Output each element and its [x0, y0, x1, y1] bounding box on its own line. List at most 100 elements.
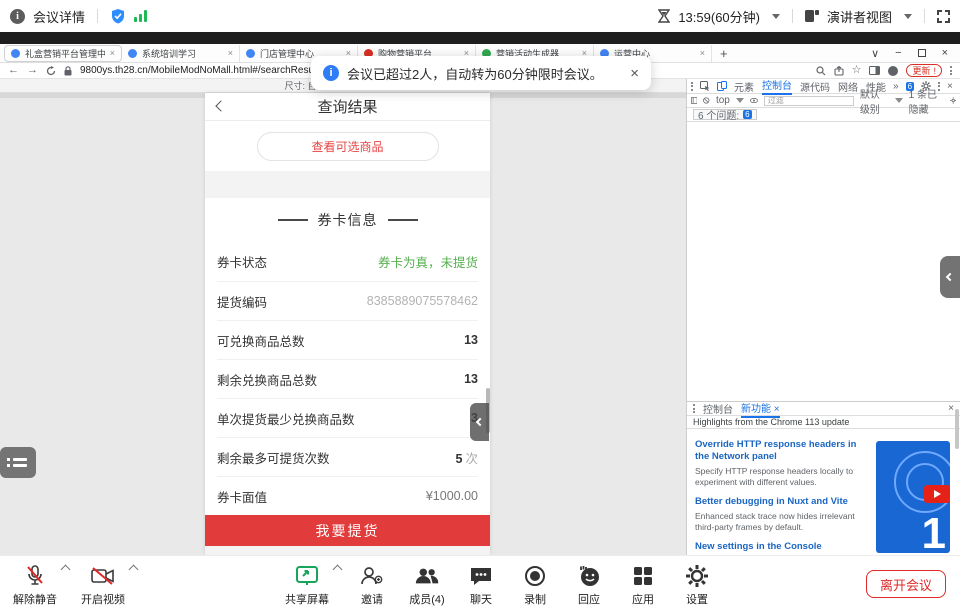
clear-console-icon[interactable]: [703, 96, 709, 105]
table-row: 提货编码8385889075578462: [217, 281, 478, 320]
toolbar-participants[interactable]: 成员(4): [399, 564, 455, 607]
profile-avatar[interactable]: [888, 66, 898, 76]
collapse-panel-handle[interactable]: [470, 403, 489, 441]
inspect-element-icon[interactable]: [700, 81, 710, 91]
toolbar-label: 成员(4): [409, 591, 444, 607]
window-controls: ∨ − ×: [871, 47, 960, 60]
issues-chip[interactable]: 6 个问题: 6: [693, 109, 757, 120]
view-caret-icon[interactable]: [904, 14, 912, 19]
toolbar-mic-muted[interactable]: 解除静音: [7, 564, 63, 607]
toolbar-label: 录制: [524, 591, 546, 607]
table-row: 券卡面值¥1000.00: [217, 476, 478, 515]
drawer-tab-控制台[interactable]: 控制台: [703, 401, 733, 416]
toolbar-label: 解除静音: [13, 591, 57, 607]
fullscreen-icon[interactable]: [937, 10, 950, 23]
devtools-more-tabs-icon[interactable]: »: [893, 81, 899, 92]
whats-new-item-title[interactable]: New settings in the Console: [695, 541, 863, 553]
toolbar-chat[interactable]: 聊天: [453, 564, 509, 607]
window-minimize-icon[interactable]: −: [895, 47, 901, 59]
leave-meeting-button[interactable]: 离开会议: [866, 570, 946, 598]
chrome-update-button[interactable]: 更新!: [906, 64, 942, 77]
meeting-list-handle[interactable]: [0, 447, 36, 478]
youtube-play-icon[interactable]: [924, 485, 950, 503]
console-sidebar-icon[interactable]: [691, 96, 697, 105]
devtools-tab-元素[interactable]: 元素: [734, 79, 754, 94]
view-products-button[interactable]: 查看可选商品: [257, 132, 439, 161]
toolbar-invite[interactable]: 邀请: [344, 564, 400, 607]
toolbar-share-screen[interactable]: 共享屏幕: [279, 564, 335, 607]
zoom-search-icon[interactable]: [816, 66, 826, 76]
table-row: 可兑换商品总数13: [217, 320, 478, 359]
back-chevron-icon[interactable]: [215, 100, 226, 111]
device-mode-icon[interactable]: [717, 81, 727, 91]
view-mode-label[interactable]: 演讲者视图: [827, 7, 892, 26]
live-expression-eye-icon[interactable]: [750, 97, 758, 104]
browser-tab[interactable]: 系统培训学习×: [122, 45, 240, 62]
drawer-menu-icon[interactable]: [693, 404, 695, 413]
devtools-tab-源代码[interactable]: 源代码: [800, 79, 830, 94]
console-context-label[interactable]: top: [716, 95, 730, 106]
toolbar-record[interactable]: 录制: [507, 564, 563, 607]
new-tab-button[interactable]: +: [720, 46, 728, 61]
meeting-info-icon[interactable]: i: [10, 9, 25, 24]
timer-caret-icon[interactable]: [772, 14, 780, 19]
divider: [924, 9, 925, 23]
drawer-tab-新功能[interactable]: 新功能 ×: [741, 400, 780, 418]
devtools-scrollbar[interactable]: [955, 409, 959, 449]
toolbar-reactions[interactable]: 回应: [561, 564, 617, 607]
console-toolbar: top 默认级别 1 条已隐藏: [687, 94, 960, 108]
whats-new-body: Override HTTP response headers in the Ne…: [687, 429, 960, 555]
toolbar-camera-off[interactable]: 开启视频: [75, 564, 131, 607]
tab-close-icon[interactable]: ×: [228, 48, 233, 58]
context-caret-icon[interactable]: [736, 98, 744, 103]
console-filter-input[interactable]: [764, 96, 854, 106]
back-icon[interactable]: ←: [8, 65, 19, 76]
devtools-dock-menu-icon[interactable]: [691, 82, 693, 91]
devtools-tab-控制台[interactable]: 控制台: [762, 77, 792, 95]
browser-menu-icon[interactable]: [950, 66, 952, 75]
row-label: 剩余最多可提货次数: [217, 448, 330, 467]
browser-tab[interactable]: 礼盒营销平台管理中心×: [4, 45, 122, 62]
toolbar-label: 开启视频: [81, 591, 125, 607]
side-panel-icon[interactable]: [869, 66, 880, 75]
console-settings-icon[interactable]: [950, 96, 956, 105]
share-page-icon[interactable]: [834, 66, 844, 76]
side-panel-collapse-handle[interactable]: [940, 256, 960, 298]
row-label: 可兑换商品总数: [217, 331, 305, 350]
level-caret-icon[interactable]: [895, 98, 903, 103]
tab-close-icon[interactable]: ×: [110, 48, 115, 58]
toolbar-label: 设置: [686, 591, 708, 607]
log-level-label[interactable]: 默认级别: [860, 86, 889, 116]
tab-favicon-icon: [11, 49, 20, 58]
toolbar-apps[interactable]: 应用: [615, 564, 671, 607]
tab-close-icon[interactable]: ×: [700, 48, 705, 58]
card-info-section: 券卡信息 券卡状态券卡为真，未提货提货编码8385889075578462可兑换…: [205, 198, 490, 546]
lock-icon[interactable]: [64, 66, 72, 76]
reload-icon[interactable]: [46, 66, 56, 76]
whats-new-item: Better debugging in Nuxt and ViteEnhance…: [695, 496, 863, 533]
row-label: 剩余兑换商品总数: [217, 370, 317, 389]
row-value: 5次: [456, 448, 478, 467]
bookmark-star-icon[interactable]: ☆: [852, 65, 862, 76]
record-icon: [522, 564, 548, 588]
pickup-submit-button[interactable]: 我要提货: [205, 515, 490, 546]
window-close-icon[interactable]: ×: [942, 47, 948, 59]
row-label: 券卡面值: [217, 487, 267, 506]
toolbar-settings[interactable]: 设置: [669, 564, 725, 607]
whats-new-item-title[interactable]: Override HTTP response headers in the Ne…: [695, 439, 863, 463]
devtools-close-icon[interactable]: ×: [947, 81, 953, 92]
camera-off-icon: [90, 564, 116, 588]
encryption-shield-icon[interactable]: [110, 8, 126, 24]
whats-new-item: New settings in the Console: [695, 541, 863, 553]
window-maximize-icon[interactable]: [918, 49, 926, 57]
devtools-tab-网络[interactable]: 网络: [838, 79, 858, 94]
forward-icon[interactable]: →: [27, 65, 38, 76]
whats-new-thumbnail[interactable]: 1: [876, 441, 950, 553]
speaker-view-icon: [805, 10, 819, 22]
meeting-details-label[interactable]: 会议详情: [33, 7, 85, 26]
toast-close-icon[interactable]: ×: [630, 65, 639, 82]
table-row: 剩余最多可提货次数 5次: [217, 437, 478, 476]
window-menu-icon[interactable]: ∨: [871, 47, 879, 60]
whats-new-item-title[interactable]: Better debugging in Nuxt and Vite: [695, 496, 863, 508]
drawer-close-icon[interactable]: ×: [948, 403, 954, 414]
